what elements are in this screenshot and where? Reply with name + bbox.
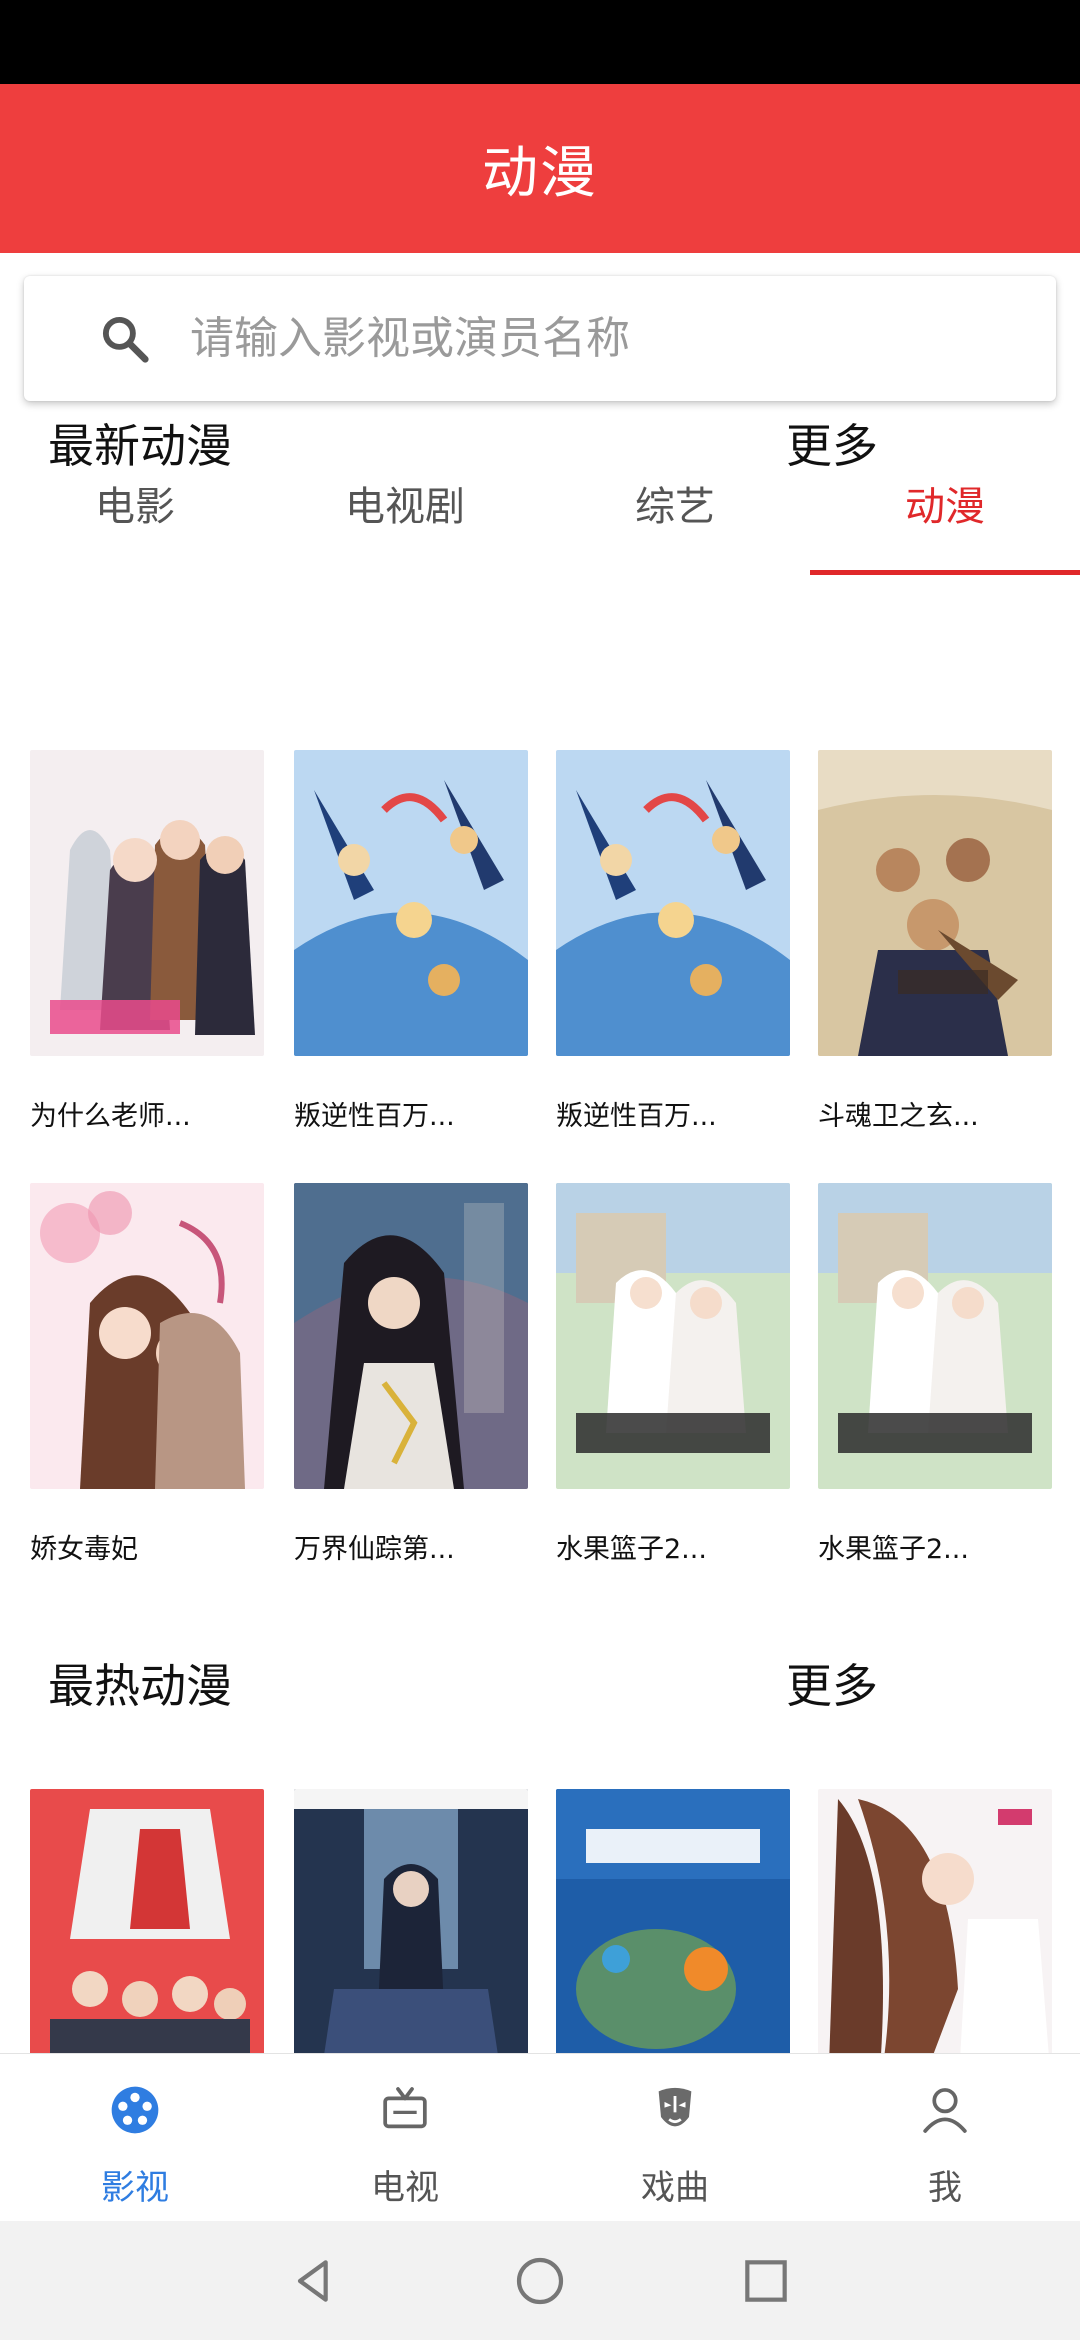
tab-active-indicator (810, 570, 1080, 575)
anime-card[interactable]: 水果篮子2... (818, 1183, 1052, 1566)
recent-apps-icon[interactable] (738, 2253, 794, 2309)
poster-image (30, 750, 264, 1056)
poster-image (294, 1789, 528, 2053)
anime-card[interactable]: 斗魂卫之玄... (818, 750, 1052, 1133)
home-icon[interactable] (512, 2253, 568, 2309)
anime-card[interactable] (556, 1789, 790, 2053)
nav-label: 我 (928, 2168, 962, 2208)
card-title: 水果篮子2... (556, 1534, 707, 1565)
card-title: 娇女毒妃 (30, 1534, 138, 1565)
poster-image (556, 1183, 790, 1489)
poster-image (294, 750, 528, 1056)
poster-image (30, 1183, 264, 1489)
card-title: 叛逆性百万... (294, 1101, 455, 1132)
back-icon[interactable] (286, 2253, 342, 2309)
nav-item-me[interactable]: 我 (810, 2054, 1080, 2222)
nav-item-movies[interactable]: 影视 (0, 2054, 270, 2222)
more-link[interactable]: 更多 (786, 410, 878, 476)
anime-card[interactable]: 叛逆性百万... (294, 750, 528, 1133)
app-header: 动漫 (0, 84, 1080, 253)
card-title: 斗魂卫之玄... (818, 1101, 979, 1132)
poster-image (818, 750, 1052, 1056)
poster-image (556, 750, 790, 1056)
search-icon (102, 316, 149, 363)
anime-card[interactable]: 娇女毒妃 (30, 1183, 264, 1566)
status-bar (0, 0, 1080, 84)
page-title: 动漫 (482, 141, 598, 206)
anime-card[interactable] (30, 1789, 264, 2053)
section-header-latest: 最新动漫 更多 (0, 410, 1080, 490)
card-title: 叛逆性百万... (556, 1101, 717, 1132)
anime-card[interactable] (818, 1789, 1052, 2053)
section-title: 最新动漫 (48, 419, 232, 473)
system-navigation-bar (0, 2221, 1080, 2340)
anime-card[interactable]: 万界仙踪第... (294, 1183, 528, 1566)
hottest-anime-grid (0, 1789, 1080, 2053)
person-icon (923, 2088, 967, 2133)
nav-label: 电视 (371, 2168, 439, 2208)
card-title: 为什么老师... (30, 1101, 191, 1132)
card-title: 水果篮子2... (818, 1534, 969, 1565)
bottom-navigation: 影视 电视 戏曲 我 (0, 2053, 1080, 2221)
nav-item-tv[interactable]: 电视 (270, 2054, 540, 2222)
more-link[interactable]: 更多 (786, 1650, 878, 1716)
poster-image (556, 1789, 790, 2053)
anime-card[interactable] (294, 1789, 528, 2053)
nav-label: 戏曲 (641, 2168, 709, 2208)
search-box[interactable] (24, 276, 1056, 401)
section-title: 最热动漫 (48, 1659, 232, 1713)
film-reel-icon (111, 2086, 159, 2134)
opera-mask-icon (658, 2087, 692, 2127)
poster-image (294, 1183, 528, 1489)
nav-label: 影视 (101, 2168, 169, 2208)
anime-card[interactable]: 水果篮子2... (556, 1183, 790, 1566)
tv-icon (383, 2087, 427, 2129)
search-input[interactable] (190, 313, 970, 364)
poster-image (818, 1789, 1052, 2053)
section-header-hottest: 最热动漫 更多 (0, 1650, 1080, 1730)
card-title: 万界仙踪第... (294, 1534, 455, 1565)
anime-card[interactable]: 为什么老师... (30, 750, 264, 1133)
poster-image (818, 1183, 1052, 1489)
nav-item-opera[interactable]: 戏曲 (540, 2054, 810, 2222)
anime-card[interactable]: 叛逆性百万... (556, 750, 790, 1133)
poster-image (30, 1789, 264, 2053)
